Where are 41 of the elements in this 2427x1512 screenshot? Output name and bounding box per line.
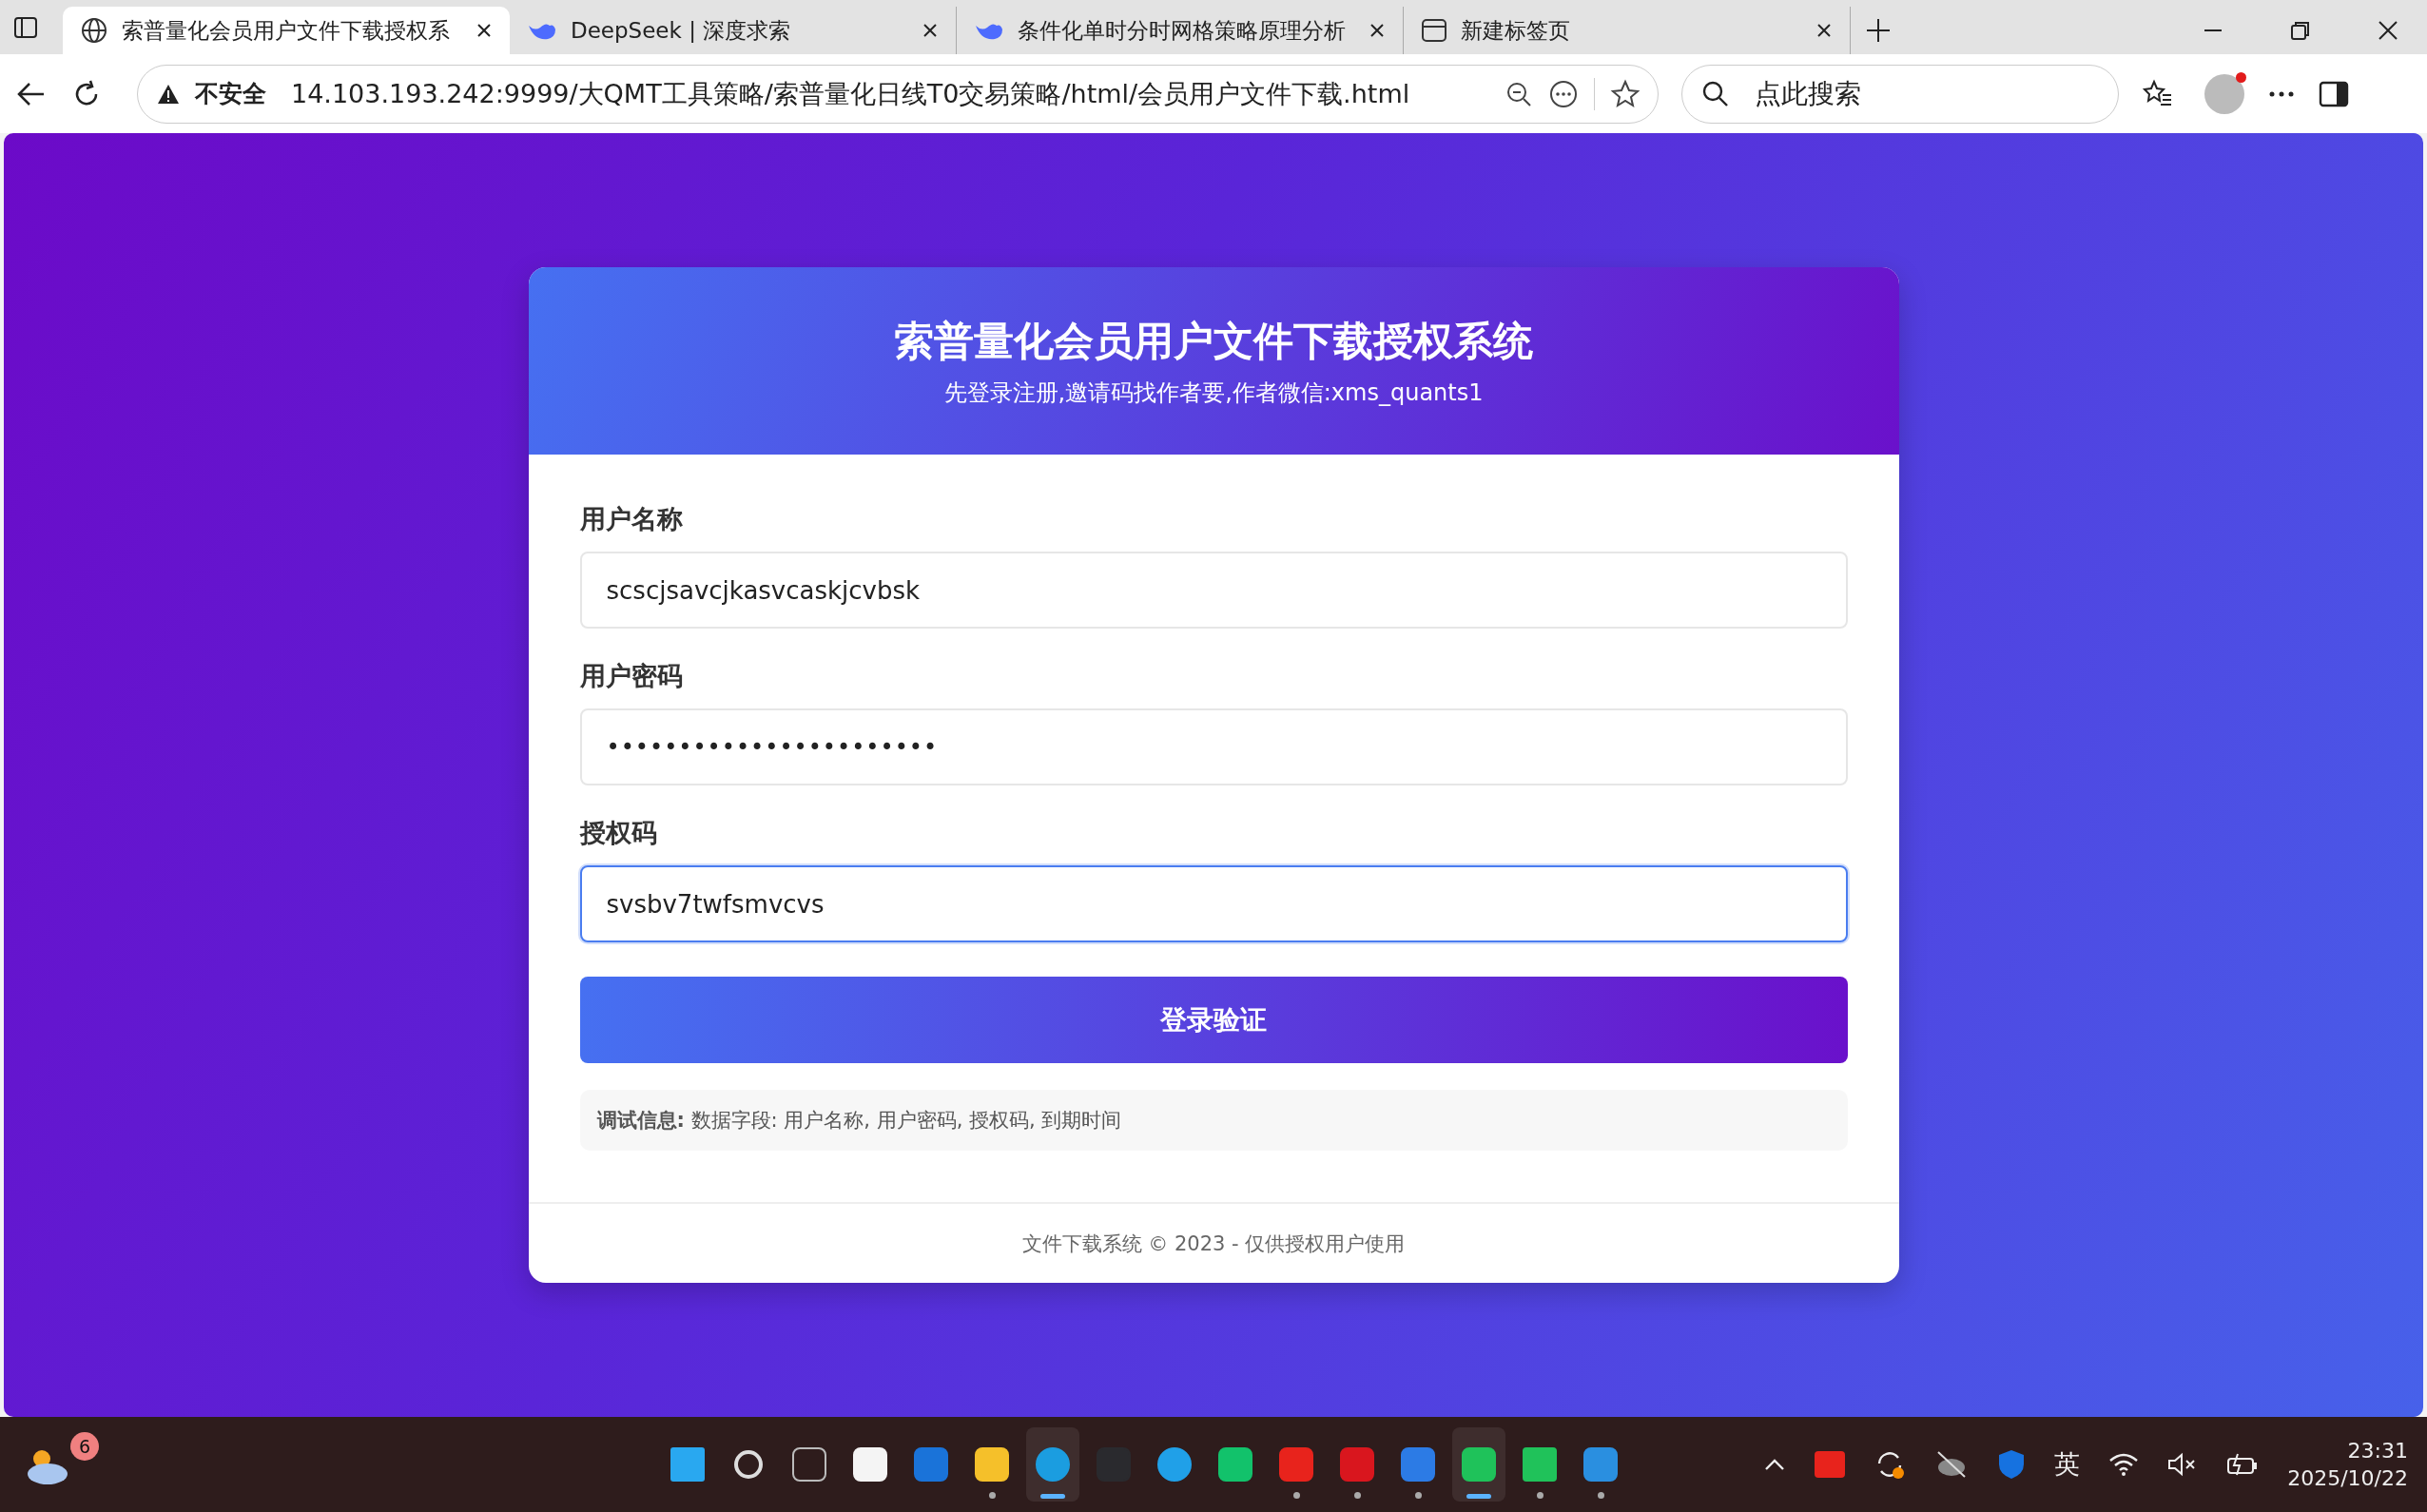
- close-icon[interactable]: [922, 22, 939, 39]
- field-label: 用户名称: [579, 503, 684, 535]
- input-field[interactable]: svsbv7twfsmvcvs: [579, 865, 1848, 942]
- warning-icon: [157, 83, 180, 105]
- tab-title: DeepSeek | 深度求索: [571, 16, 792, 45]
- clock-date[interactable]: 2025/10/22: [2287, 1466, 2408, 1490]
- url-text: 14.103.193.242:9999/大QMT工具策略/索普量化日线T0交易策略/html/会员用户文件下载.html: [291, 77, 1410, 110]
- notification-badge: 6: [70, 1432, 99, 1461]
- new-tab-button[interactable]: [1864, 16, 1893, 45]
- close-icon[interactable]: [2378, 20, 2398, 41]
- security-label: 不安全: [195, 79, 266, 109]
- star-icon[interactable]: [1610, 78, 1641, 109]
- debug-info: 调试信息: 数据字段: 用户名称, 用户密码, 授权码, 到期时间: [579, 1090, 1848, 1151]
- tab-title: 新建标签页: [1461, 16, 1571, 45]
- new-tab-icon: [1421, 17, 1447, 44]
- wifi-icon[interactable]: [2108, 1452, 2140, 1477]
- close-icon[interactable]: [1369, 22, 1386, 39]
- input-field[interactable]: •••••••••••••••••••••••: [579, 708, 1848, 785]
- shield-icon[interactable]: [1997, 1449, 2027, 1480]
- sidebar-icon[interactable]: [2319, 80, 2349, 107]
- input-field[interactable]: scscjsavcjkasvcaskjcvbsk: [579, 552, 1848, 629]
- input-method-indicator[interactable]: 英: [2054, 1447, 2081, 1482]
- avatar-icon[interactable]: [2204, 73, 2244, 114]
- globe-icon: [80, 16, 108, 45]
- tab-title: 索普量化会员用户文件下载授权系: [122, 16, 451, 45]
- field-label: 授权码: [579, 817, 658, 849]
- clock-time[interactable]: 23:31: [2347, 1439, 2408, 1463]
- card-title: 索普量化会员用户文件下载授权系统: [894, 316, 1533, 366]
- card-subtitle: 先登录注册,邀请码找作者要,作者微信:xms_quants1: [943, 378, 1484, 408]
- field-label: 用户密码: [579, 660, 684, 692]
- restore-icon[interactable]: [2290, 20, 2311, 41]
- battery-icon[interactable]: [2226, 1452, 2260, 1477]
- login-button[interactable]: 登录验证: [579, 977, 1848, 1063]
- more-circle-icon[interactable]: [1548, 78, 1579, 109]
- footer-text: 文件下载系统 © 2023 - 仅供授权用户使用: [528, 1202, 1899, 1283]
- browser-tab[interactable]: 索普量化会员用户文件下载授权系: [63, 7, 510, 54]
- close-icon[interactable]: [1815, 22, 1833, 39]
- close-icon[interactable]: [476, 22, 493, 39]
- taskbar-button[interactable]: [1026, 1427, 1079, 1502]
- taskbar-button[interactable]: [1452, 1427, 1505, 1502]
- tab-title: 条件化单时分时网格策略原理分析: [1018, 16, 1347, 45]
